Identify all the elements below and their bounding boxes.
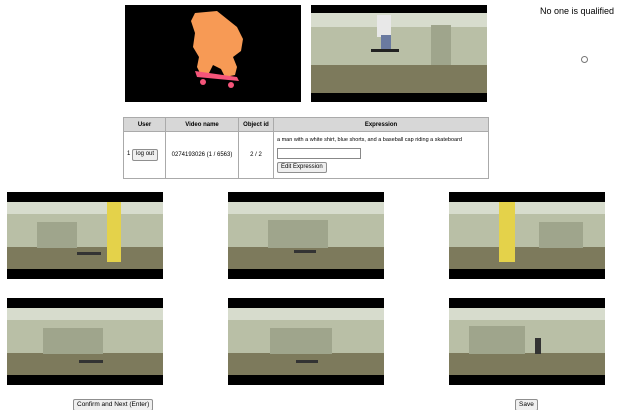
edit-expression-button[interactable]: Edit Expression — [277, 161, 327, 174]
save-button[interactable]: Save — [515, 399, 538, 410]
logout-button[interactable]: log out — [132, 149, 159, 161]
confirm-and-next-button[interactable]: Confirm and Next (Enter) — [73, 399, 154, 410]
frame-thumbnail-3[interactable] — [449, 192, 605, 279]
header-object-id: Object id — [238, 117, 274, 132]
video-name-cell: 0274193026 (1 / 6563) — [165, 131, 239, 179]
current-frame-view — [311, 5, 487, 102]
user-index: 1 — [127, 151, 131, 158]
object-id-cell: 2 / 2 — [238, 131, 274, 179]
header-video-name: Video name — [165, 117, 239, 132]
expression-input[interactable] — [277, 147, 361, 159]
segmentation-mask-view — [125, 5, 301, 102]
frame-thumbnail-1[interactable] — [7, 192, 163, 279]
user-cell: 1 log out — [123, 131, 166, 179]
header-expression: Expression — [273, 117, 489, 132]
annotation-info-table: User Video name Object id Expression 1 l… — [123, 117, 489, 179]
frame-thumbnail-4[interactable] — [7, 298, 163, 385]
frame-thumbnail-6[interactable] — [449, 298, 605, 385]
status-radio-button[interactable] — [581, 56, 588, 63]
frame-thumbnail-2[interactable] — [228, 192, 384, 279]
expression-cell: a man with a white shirt, blue shorts, a… — [273, 131, 489, 179]
frame-thumbnail-5[interactable] — [228, 298, 384, 385]
qualification-status: No one is qualified — [540, 6, 615, 16]
expression-text: a man with a white shirt, blue shorts, a… — [277, 136, 462, 143]
skater-mask-silhouette — [191, 11, 243, 88]
header-user: User — [123, 117, 166, 132]
